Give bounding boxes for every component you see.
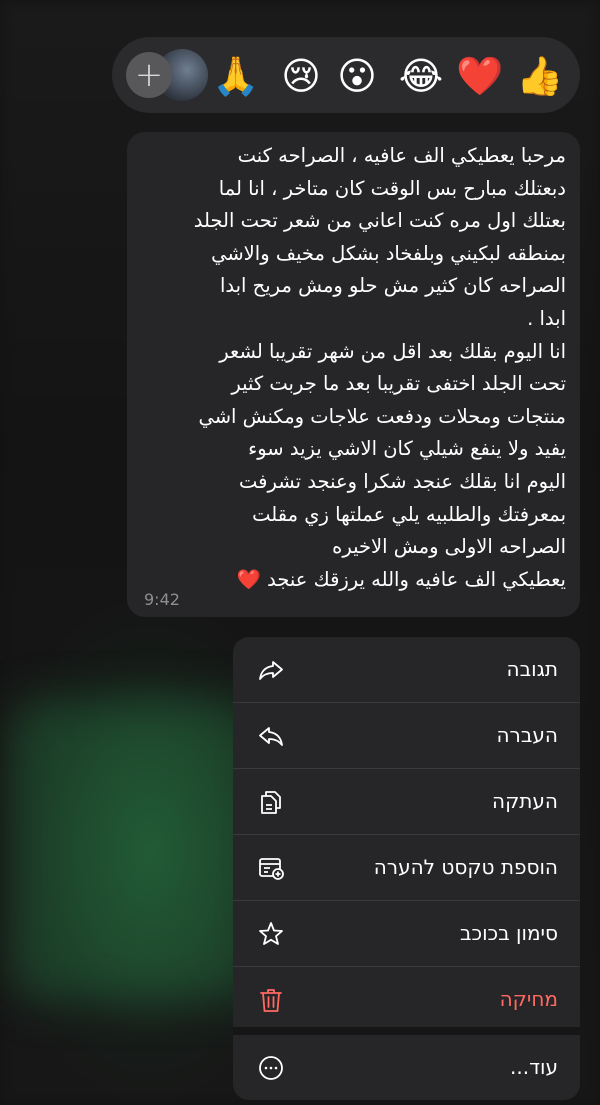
menu-item-label: עוד... <box>510 1055 558 1079</box>
reaction-pray[interactable]: 🙏 <box>212 53 259 99</box>
menu-item-more[interactable]: עוד... <box>233 1035 580 1100</box>
menu-item-forward[interactable]: העברה <box>233 703 580 768</box>
reaction-bar: + 🙏 😢 😮 😂 ❤️ 👍 <box>112 37 580 113</box>
reaction-thumbs-up[interactable]: 👍 <box>516 53 563 99</box>
message-context-menu: תגובה העברה העתקה הוספת טקסט להערה סימון… <box>233 637 580 1100</box>
forward-icon <box>257 722 285 750</box>
menu-item-label: תגובה <box>506 657 558 681</box>
reply-icon <box>257 656 285 684</box>
star-icon <box>257 920 285 948</box>
menu-item-label: הוספת טקסט להערה <box>373 855 558 879</box>
menu-item-add-note[interactable]: הוספת טקסט להערה <box>233 835 580 900</box>
menu-item-label: סימון בכוכב <box>459 921 558 945</box>
message-bubble[interactable]: مرحبا يعطيكي الف عافيه ، الصراحه كنت دبع… <box>127 132 580 617</box>
menu-item-copy[interactable]: העתקה <box>233 769 580 834</box>
menu-item-delete[interactable]: מחיקה <box>233 967 580 1032</box>
reaction-cry[interactable]: 😢 <box>278 53 324 99</box>
reaction-heart[interactable]: ❤️ <box>456 53 503 99</box>
menu-section-separator <box>233 1027 580 1035</box>
reaction-laugh[interactable]: 😂 <box>398 53 444 99</box>
more-icon <box>257 1054 285 1082</box>
menu-item-label: העברה <box>496 723 558 747</box>
menu-item-star[interactable]: סימון בכוכב <box>233 901 580 966</box>
message-timestamp: 9:42 <box>144 590 180 609</box>
copy-icon <box>257 788 285 816</box>
trash-icon <box>257 986 285 1014</box>
blurred-image-message <box>10 700 260 1000</box>
message-text: مرحبا يعطيكي الف عافيه ، الصراحه كنت دبع… <box>193 144 566 591</box>
menu-item-reply[interactable]: תגובה <box>233 637 580 702</box>
reaction-surprised[interactable]: 😮 <box>334 53 380 99</box>
add-note-icon <box>257 854 285 882</box>
menu-item-label: מחיקה <box>499 987 558 1011</box>
menu-item-label: העתקה <box>492 789 558 813</box>
add-reaction-button[interactable]: + <box>126 52 172 98</box>
